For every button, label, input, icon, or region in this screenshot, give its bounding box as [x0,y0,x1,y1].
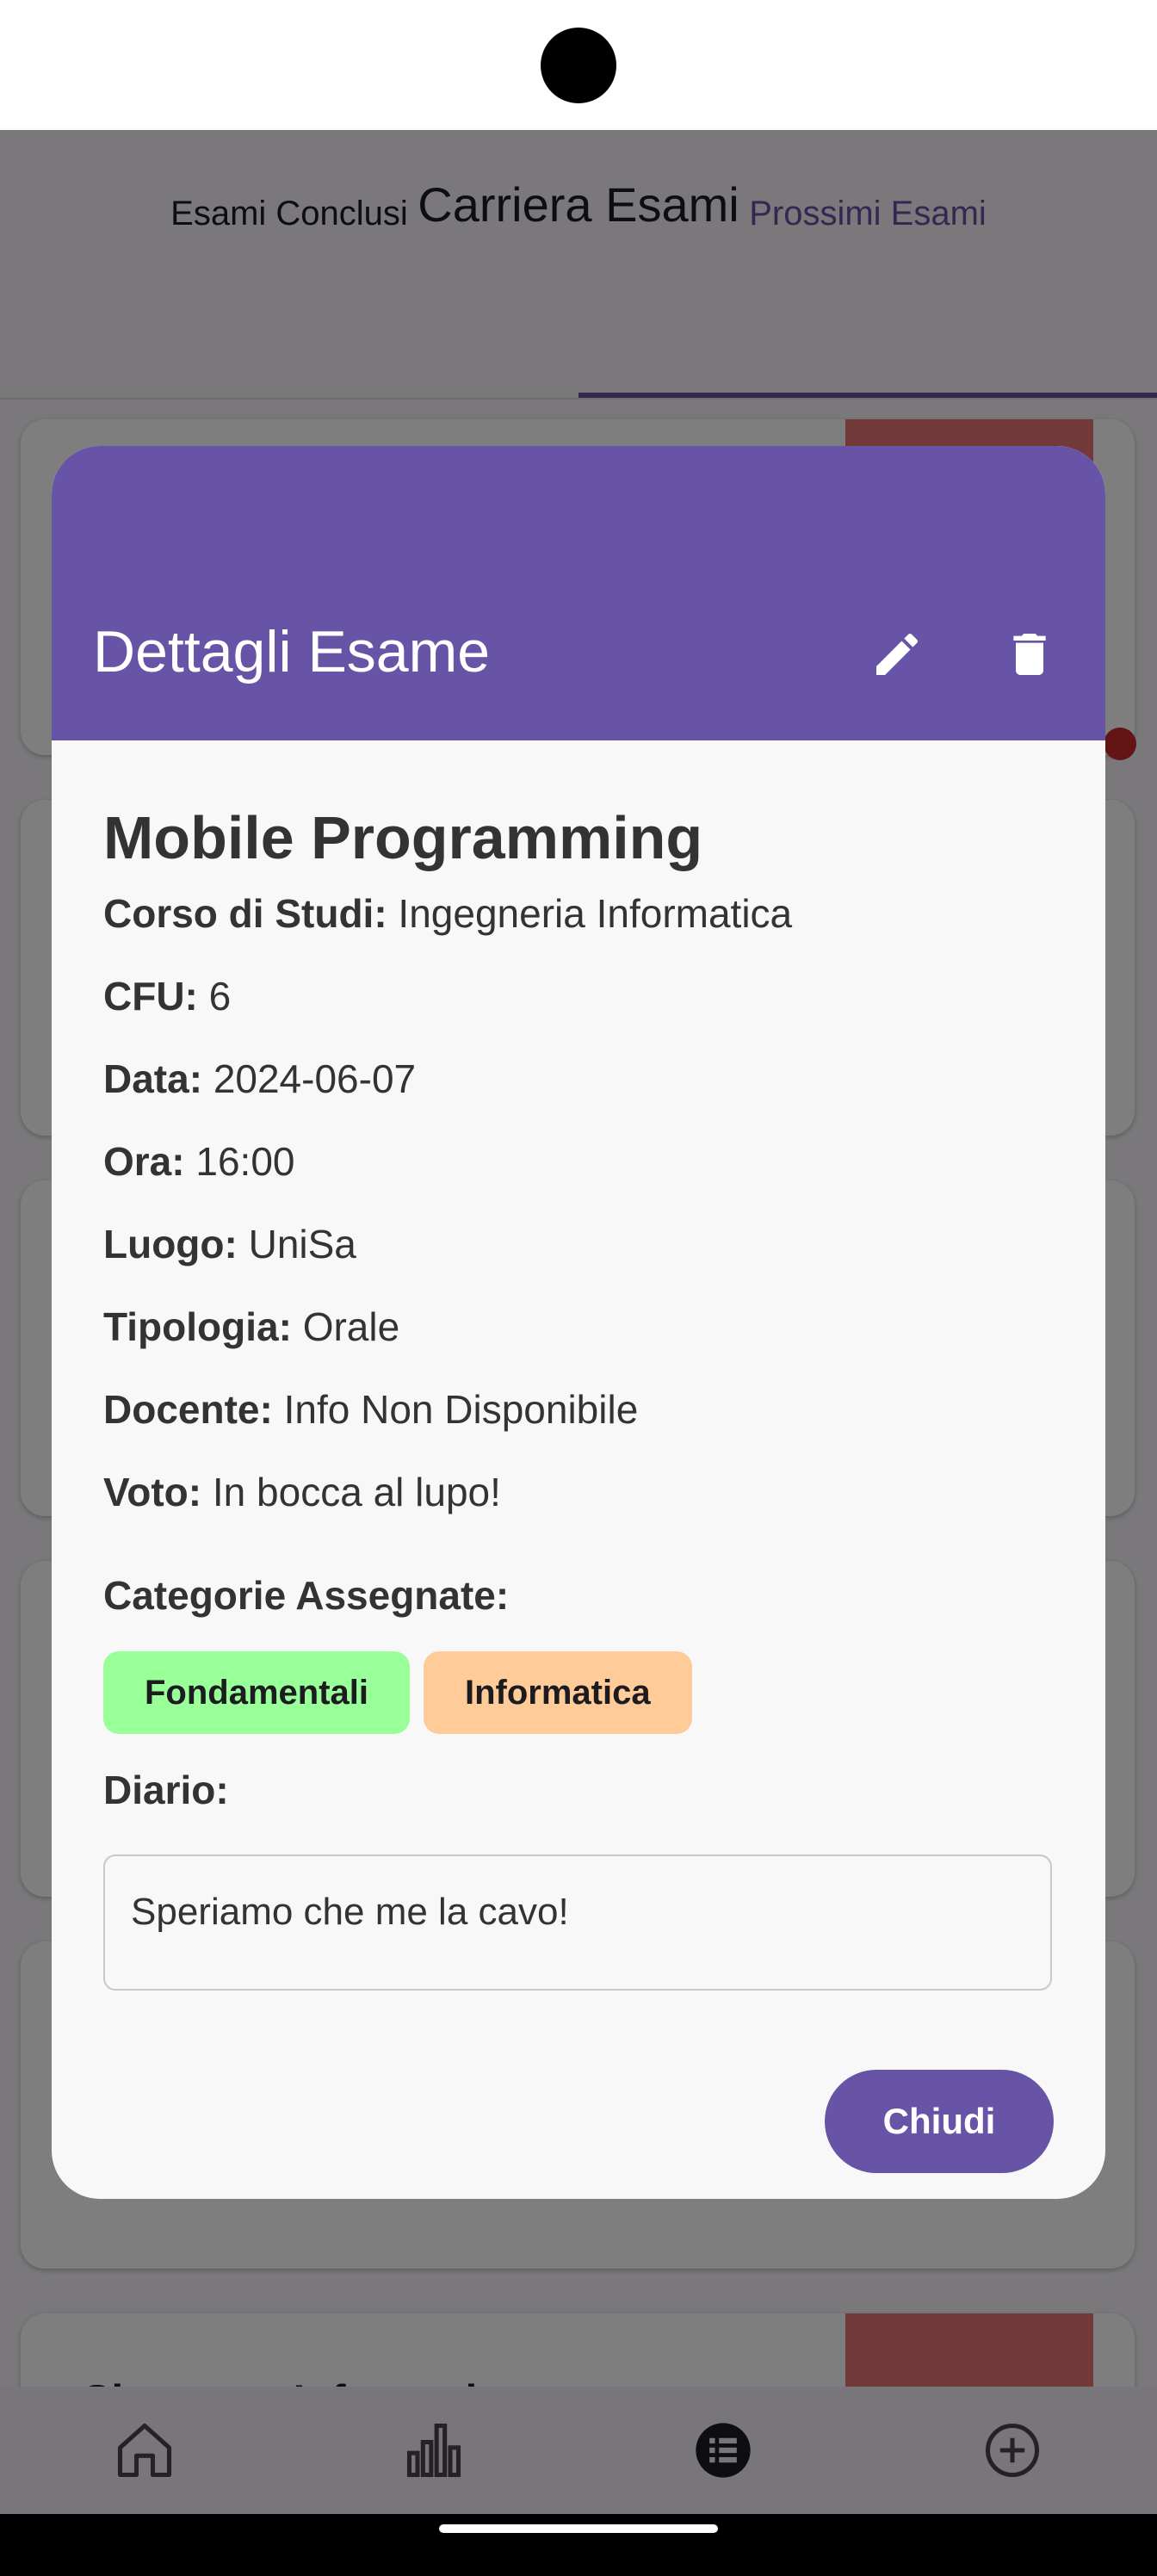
category-chip-fondamentali[interactable]: Fondamentali [103,1651,411,1734]
delete-button[interactable] [993,618,1066,690]
exam-name: Mobile Programming [103,804,703,871]
field-docente: Docente: Info Non Disponibile [103,1386,638,1433]
field-voto: Voto: In bocca al lupo! [103,1469,501,1515]
pencil-icon [876,633,919,675]
diary-field[interactable]: Speriamo che me la cavo! [103,1855,1052,1991]
gesture-bar [0,2514,1157,2576]
field-cfu: CFU: 6 [103,973,231,1019]
field-luogo: Luogo: UniSa [103,1221,356,1267]
field-label: Voto: [103,1470,202,1514]
field-label: Corso di Studi: [103,891,387,936]
field-label: Luogo: [103,1222,238,1266]
status-bar [0,0,1157,130]
camera-cutout [541,28,616,103]
exam-details-dialog: Dettagli Esame Mobile Programming Corso … [52,446,1105,2199]
field-value: UniSa [248,1222,356,1266]
home-gesture-handle[interactable] [439,2524,718,2533]
edit-button[interactable] [861,618,933,690]
field-label: CFU: [103,974,198,1019]
close-button[interactable]: Chiudi [825,2070,1054,2173]
field-label: Tipologia: [103,1304,292,1349]
field-value: Ingegneria Informatica [398,891,793,936]
field-data: Data: 2024-06-07 [103,1056,416,1102]
field-value: Orale [302,1304,400,1349]
field-tipologia: Tipologia: Orale [103,1303,399,1350]
dialog-title: Dettagli Esame [93,619,491,684]
field-label: Data: [103,1056,203,1101]
trash-icon [1013,634,1046,675]
field-value: 16:00 [195,1139,295,1184]
field-value: Info Non Disponibile [283,1387,639,1432]
category-chip-informatica[interactable]: Informatica [424,1651,692,1734]
field-value: 2024-06-07 [213,1056,417,1101]
field-corso-di-studi: Corso di Studi: Ingegneria Informatica [103,890,792,937]
diary-label: Diario: [103,1768,229,1812]
dialog-header: Dettagli Esame [52,446,1105,740]
field-ora: Ora: 16:00 [103,1138,295,1185]
categories-label: Categorie Assegnate: [103,1573,510,1618]
field-value: In bocca al lupo! [212,1470,501,1514]
field-value: 6 [208,974,232,1019]
diary-text: Speriamo che me la cavo! [131,1891,569,1933]
field-label: Docente: [103,1387,273,1432]
field-label: Ora: [103,1139,185,1184]
